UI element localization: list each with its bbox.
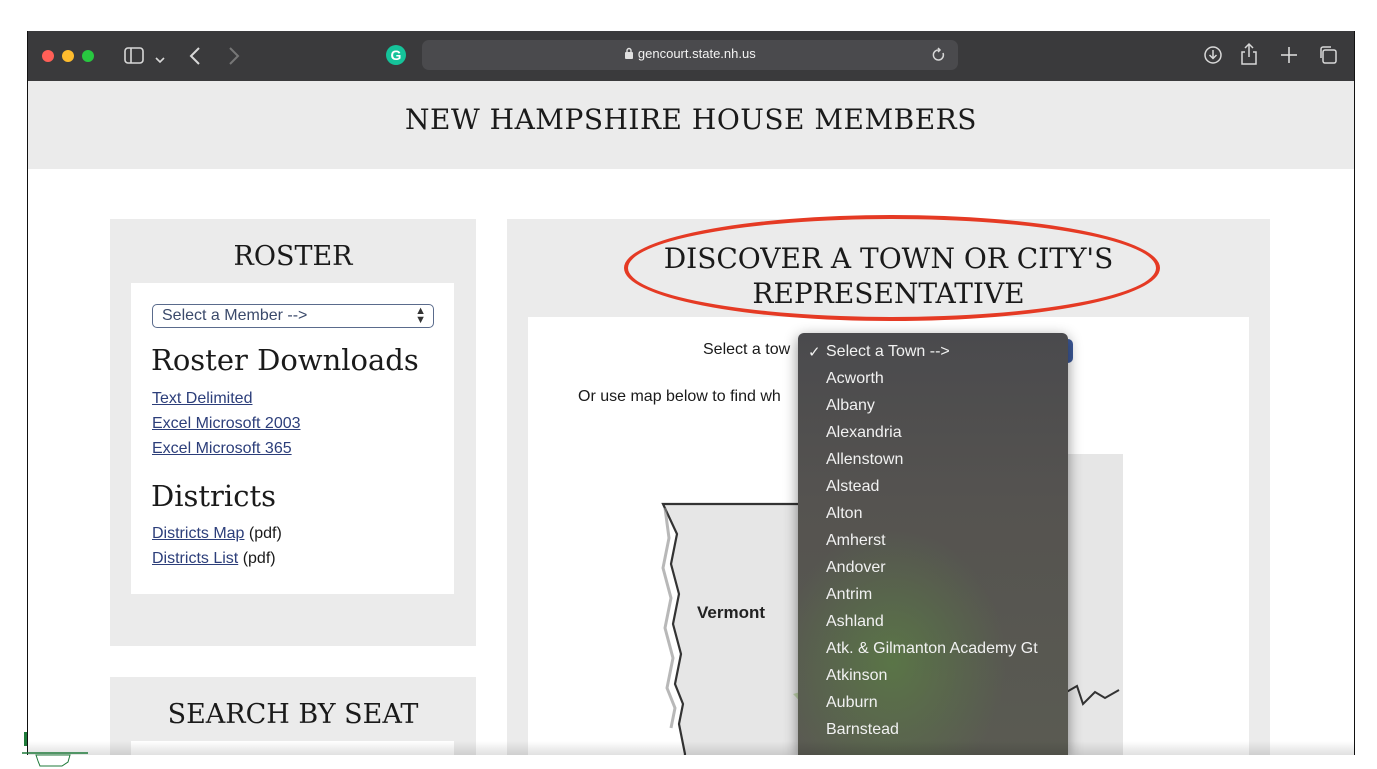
- address-bar-text: gencourt.state.nh.us: [422, 46, 958, 61]
- town-option[interactable]: Barnstead: [826, 721, 899, 739]
- member-select-value: Select a Member -->: [162, 307, 308, 324]
- browser-window: G gencourt.state.nh.us NEW HAMPSHIRE HOU…: [27, 31, 1355, 755]
- member-select[interactable]: Select a Member --> ▲ ▼: [152, 304, 434, 328]
- url-text: gencourt.state.nh.us: [637, 46, 756, 61]
- map-prompt: Or use map below to find wh: [578, 388, 781, 405]
- minimize-window-button[interactable]: [62, 50, 74, 62]
- excel-365-link[interactable]: Excel Microsoft 365: [152, 440, 292, 458]
- roster-content: Select a Member --> ▲ ▼ Roster Downloads …: [131, 283, 454, 594]
- districts-heading: Districts: [151, 479, 276, 513]
- roster-downloads-heading: Roster Downloads: [151, 343, 419, 377]
- town-option[interactable]: Acworth: [826, 370, 884, 388]
- districts-list-row: Districts List (pdf): [152, 550, 276, 568]
- districts-list-suffix: (pdf): [242, 550, 276, 567]
- bottom-shadow: [28, 741, 1354, 755]
- districts-map-row: Districts Map (pdf): [152, 525, 282, 543]
- highlight-ellipse: [624, 215, 1160, 321]
- town-option[interactable]: Antrim: [826, 586, 872, 604]
- checkmark-icon: ✓: [808, 343, 821, 361]
- vermont-map-label: Vermont: [697, 603, 766, 622]
- corner-logo-icon: [22, 732, 88, 767]
- town-dropdown-menu[interactable]: ✓ Select a Town --> Acworth Albany Alexa…: [798, 333, 1068, 755]
- town-option[interactable]: Alstead: [826, 478, 879, 496]
- town-option[interactable]: Allenstown: [826, 451, 903, 469]
- maximize-window-button[interactable]: [82, 50, 94, 62]
- page-title: NEW HAMPSHIRE HOUSE MEMBERS: [405, 103, 977, 136]
- back-icon[interactable]: [189, 46, 201, 71]
- new-tab-icon[interactable]: [1280, 46, 1298, 69]
- address-bar[interactable]: gencourt.state.nh.us: [422, 40, 958, 70]
- town-option[interactable]: Alexandria: [826, 424, 902, 442]
- town-option[interactable]: Auburn: [826, 694, 878, 712]
- districts-list-link[interactable]: Districts List: [152, 550, 238, 567]
- town-option[interactable]: Albany: [826, 397, 875, 415]
- town-option[interactable]: Amherst: [826, 532, 886, 550]
- search-by-seat-heading: SEARCH BY SEAT: [167, 699, 419, 730]
- town-option[interactable]: Atk. & Gilmanton Academy Gt: [826, 640, 1038, 658]
- town-option[interactable]: Atkinson: [826, 667, 887, 685]
- reload-icon[interactable]: [932, 47, 946, 68]
- text-delimited-link[interactable]: Text Delimited: [152, 390, 252, 408]
- districts-map-suffix: (pdf): [248, 525, 282, 542]
- districts-map-link[interactable]: Districts Map: [152, 525, 244, 542]
- forward-icon[interactable]: [228, 46, 240, 71]
- share-icon[interactable]: [1240, 42, 1258, 71]
- roster-heading: ROSTER: [233, 241, 353, 272]
- tabs-overview-icon[interactable]: [1318, 45, 1338, 70]
- town-option[interactable]: Andover: [826, 559, 886, 577]
- roster-panel: ROSTER Select a Member --> ▲ ▼ Roster Dow…: [110, 219, 476, 646]
- grammarly-icon[interactable]: G: [386, 45, 406, 65]
- sidebar-icon[interactable]: [124, 47, 144, 69]
- close-window-button[interactable]: [42, 50, 54, 62]
- excel-2003-link[interactable]: Excel Microsoft 2003: [152, 415, 301, 433]
- town-option[interactable]: Ashland: [826, 613, 884, 631]
- download-icon[interactable]: [1203, 45, 1223, 70]
- page-banner: NEW HAMPSHIRE HOUSE MEMBERS: [28, 81, 1354, 169]
- browser-toolbar: G gencourt.state.nh.us: [28, 31, 1354, 81]
- lock-icon: [624, 46, 638, 61]
- town-option[interactable]: Alton: [826, 505, 862, 523]
- town-option-selected[interactable]: Select a Town -->: [826, 343, 950, 361]
- select-arrows-icon: ▲ ▼: [415, 305, 426, 326]
- select-town-prompt: Select a tow: [703, 341, 791, 358]
- chevron-down-icon[interactable]: [155, 51, 165, 69]
